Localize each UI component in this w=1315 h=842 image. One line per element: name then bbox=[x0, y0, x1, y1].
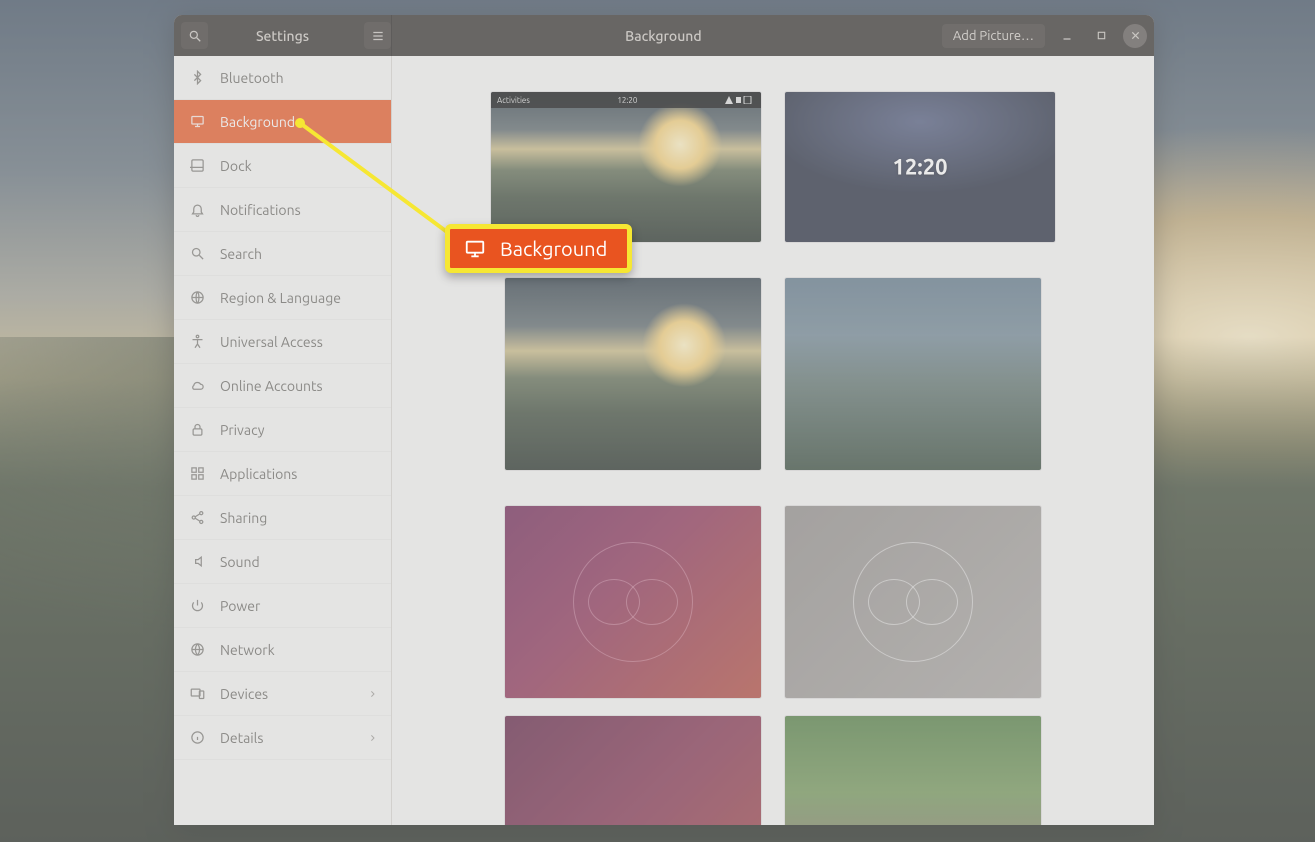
sidebar-item-label: Sharing bbox=[220, 510, 267, 526]
wallpaper-thumbnail[interactable] bbox=[785, 278, 1041, 470]
search-icon bbox=[188, 29, 202, 43]
preview-topbar: Activities 12:20 bbox=[491, 92, 761, 108]
lock-icon bbox=[188, 422, 206, 437]
sidebar-item-bluetooth[interactable]: Bluetooth bbox=[174, 56, 391, 100]
wallpaper-thumbnail[interactable] bbox=[785, 506, 1041, 698]
content-area[interactable]: Activities 12:20 12:20 bbox=[392, 56, 1154, 825]
preview-top-indicators bbox=[725, 96, 755, 104]
settings-title: Settings bbox=[208, 28, 357, 44]
lockscreen-time: 12:20 bbox=[892, 155, 947, 180]
sidebar-item-label: Universal Access bbox=[220, 334, 323, 350]
details-icon bbox=[188, 730, 206, 745]
sidebar-item-label: Power bbox=[220, 598, 260, 614]
add-picture-button[interactable]: Add Picture… bbox=[942, 24, 1045, 48]
wallpaper-row bbox=[505, 716, 1041, 825]
bell-icon bbox=[188, 202, 206, 217]
sidebar-item-applications[interactable]: Applications bbox=[174, 452, 391, 496]
apps-icon bbox=[188, 466, 206, 481]
dock-icon bbox=[188, 158, 206, 173]
chevron-right-icon bbox=[368, 687, 377, 701]
desktop-preview[interactable]: Activities 12:20 bbox=[491, 92, 761, 242]
power-icon bbox=[188, 598, 206, 613]
sidebar-item-region-language[interactable]: Region & Language bbox=[174, 276, 391, 320]
window-maximize-button[interactable] bbox=[1089, 24, 1113, 48]
globe-icon bbox=[188, 290, 206, 305]
search-icon bbox=[188, 246, 206, 261]
sidebar-item-label: Search bbox=[220, 246, 262, 262]
wallpaper-thumbnail[interactable] bbox=[785, 716, 1041, 825]
sidebar-item-label: Devices bbox=[220, 686, 268, 702]
sidebar-item-label: Bluetooth bbox=[220, 70, 284, 86]
sidebar-item-privacy[interactable]: Privacy bbox=[174, 408, 391, 452]
wallpaper-thumbnail[interactable] bbox=[505, 278, 761, 470]
window-close-button[interactable] bbox=[1123, 24, 1147, 48]
wallpaper-row bbox=[505, 488, 1041, 716]
sidebar-item-online-accounts[interactable]: Online Accounts bbox=[174, 364, 391, 408]
sidebar-item-sharing[interactable]: Sharing bbox=[174, 496, 391, 540]
sidebar-item-label: Notifications bbox=[220, 202, 301, 218]
window-body: Bluetooth Background Dock Notifications Sear… bbox=[174, 56, 1154, 825]
callout-label: Background bbox=[500, 237, 607, 260]
monitor-icon bbox=[464, 238, 486, 260]
minimize-icon bbox=[1061, 30, 1073, 42]
share-icon bbox=[188, 510, 206, 525]
ferret-outline-icon bbox=[573, 542, 693, 662]
sidebar-item-background[interactable]: Background bbox=[174, 100, 391, 144]
devices-icon bbox=[188, 686, 206, 701]
cloud-icon bbox=[188, 378, 206, 393]
sidebar-item-label: Sound bbox=[220, 554, 260, 570]
network-icon bbox=[188, 642, 206, 657]
titlebar-right: Add Picture… bbox=[935, 24, 1154, 48]
accessibility-icon bbox=[188, 334, 206, 349]
sidebar: Bluetooth Background Dock Notifications Sear… bbox=[174, 56, 392, 825]
search-button[interactable] bbox=[181, 22, 208, 49]
settings-window: Settings Background Add Picture… Bluetoo… bbox=[174, 15, 1154, 825]
lockscreen-preview[interactable]: 12:20 bbox=[785, 92, 1055, 242]
preview-top-time: 12:20 bbox=[617, 96, 637, 105]
close-icon bbox=[1130, 30, 1141, 41]
bluetooth-icon bbox=[188, 70, 206, 85]
sidebar-item-label: Privacy bbox=[220, 422, 264, 438]
sidebar-item-label: Network bbox=[220, 642, 275, 658]
sound-icon bbox=[188, 554, 206, 569]
sidebar-item-power[interactable]: Power bbox=[174, 584, 391, 628]
ferret-outline-icon bbox=[853, 542, 973, 662]
sidebar-item-sound[interactable]: Sound bbox=[174, 540, 391, 584]
titlebar: Settings Background Add Picture… bbox=[174, 15, 1154, 56]
sidebar-item-label: Online Accounts bbox=[220, 378, 323, 394]
window-minimize-button[interactable] bbox=[1055, 24, 1079, 48]
callout-background: Background bbox=[445, 224, 632, 273]
wallpaper-row bbox=[505, 260, 1041, 488]
chevron-right-icon bbox=[368, 731, 377, 745]
sidebar-item-label: Applications bbox=[220, 466, 297, 482]
sidebar-item-details[interactable]: Details bbox=[174, 716, 391, 760]
sidebar-item-network[interactable]: Network bbox=[174, 628, 391, 672]
titlebar-left: Settings bbox=[174, 22, 391, 49]
hamburger-icon bbox=[371, 29, 385, 43]
sidebar-item-label: Background bbox=[220, 114, 295, 130]
monitor-icon bbox=[188, 114, 206, 129]
maximize-icon bbox=[1096, 30, 1107, 41]
app-menu-button[interactable] bbox=[364, 22, 391, 49]
sidebar-item-devices[interactable]: Devices bbox=[174, 672, 391, 716]
sidebar-item-notifications[interactable]: Notifications bbox=[174, 188, 391, 232]
sidebar-item-label: Dock bbox=[220, 158, 252, 174]
preview-activities-label: Activities bbox=[497, 96, 530, 105]
sidebar-item-label: Region & Language bbox=[220, 290, 341, 306]
sidebar-item-search[interactable]: Search bbox=[174, 232, 391, 276]
page-title: Background bbox=[392, 28, 935, 44]
sidebar-item-universal-access[interactable]: Universal Access bbox=[174, 320, 391, 364]
wallpaper-thumbnail[interactable] bbox=[505, 506, 761, 698]
wallpaper-thumbnail[interactable] bbox=[505, 716, 761, 825]
sidebar-item-dock[interactable]: Dock bbox=[174, 144, 391, 188]
sidebar-item-label: Details bbox=[220, 730, 263, 746]
